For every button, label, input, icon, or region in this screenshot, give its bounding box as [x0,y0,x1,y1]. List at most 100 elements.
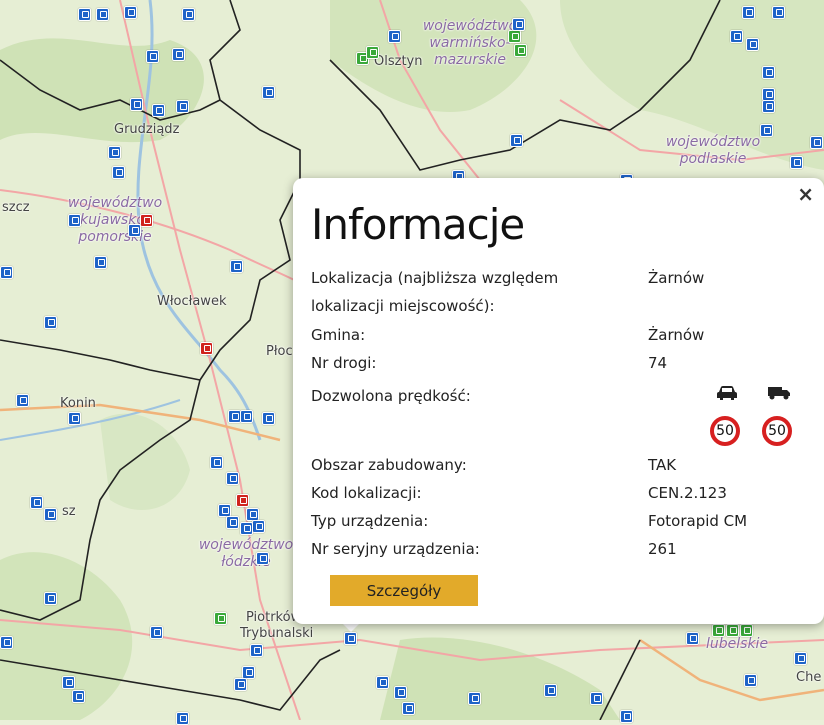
speed-camera-marker[interactable] [742,6,755,19]
info-value: Żarnów [648,326,705,344]
speed-camera-marker-green[interactable] [514,44,527,57]
info-label: Dozwolona prędkość: [311,387,471,405]
speed-camera-marker[interactable] [746,38,759,51]
speed-camera-marker[interactable] [78,8,91,21]
speed-camera-marker[interactable] [72,690,85,703]
speed-camera-marker[interactable] [176,712,189,725]
details-button[interactable]: Szczegóły [330,575,478,606]
speed-camera-marker[interactable] [376,676,389,689]
speed-camera-marker[interactable] [590,692,603,705]
speed-camera-marker-green[interactable] [740,624,753,637]
info-label: Obszar zabudowany: [311,456,467,474]
speed-camera-marker[interactable] [262,86,275,99]
speed-camera-marker[interactable] [512,18,525,31]
speed-camera-marker[interactable] [344,632,357,645]
info-popup: × Informacje Lokalizacja (najbliższa wzg… [293,178,824,624]
info-value: TAK [648,456,677,474]
info-label: Gmina: [311,326,366,344]
speed-camera-marker[interactable] [388,30,401,43]
info-label: Nr drogi: [311,354,377,372]
info-value: 261 [648,540,677,558]
speed-camera-marker[interactable] [762,66,775,79]
speed-camera-marker[interactable] [394,686,407,699]
city-label-che: Che [796,670,822,685]
speed-camera-marker[interactable] [226,516,239,529]
speed-camera-marker-red[interactable] [236,494,249,507]
speed-camera-marker[interactable] [150,626,163,639]
info-label: Typ urządzenia: [311,512,429,530]
info-value: Żarnów [648,269,705,287]
speed-camera-marker[interactable] [108,146,121,159]
speed-camera-marker[interactable] [152,104,165,117]
speed-camera-marker[interactable] [510,134,523,147]
city-label-ploc: Płoc [266,344,293,359]
info-label: Lokalizacja (najbliższa względem lokaliz… [311,269,559,315]
speed-camera-marker[interactable] [172,48,185,61]
speed-camera-marker[interactable] [210,456,223,469]
speed-camera-marker[interactable] [762,100,775,113]
city-label-konin: Konin [60,396,96,411]
speed-camera-marker-green[interactable] [712,624,725,637]
info-label: Nr seryjny urządzenia: [311,540,480,558]
speed-camera-marker[interactable] [146,50,159,63]
speed-camera-marker[interactable] [794,652,807,665]
speed-camera-marker[interactable] [68,214,81,227]
speed-camera-marker[interactable] [44,316,57,329]
city-label-szcz: szcz [2,200,30,215]
speed-camera-marker[interactable] [0,266,13,279]
speed-camera-marker[interactable] [44,592,57,605]
speed-camera-marker[interactable] [130,98,143,111]
speed-camera-marker[interactable] [176,100,189,113]
region-label-lubelskie: lubelskie [706,636,769,652]
popup-title: Informacje [311,200,525,249]
speed-camera-marker[interactable] [226,472,239,485]
info-value: Fotorapid CM [648,512,748,530]
info-value: CEN.2.123 [648,484,727,502]
region-label-podlaskie: województwo podlaskie [665,134,761,167]
speed-camera-marker-green[interactable] [214,612,227,625]
speed-camera-marker[interactable] [544,684,557,697]
close-icon[interactable]: × [797,184,814,204]
truck-icon [768,387,790,400]
speed-camera-marker[interactable] [730,30,743,43]
speed-camera-marker[interactable] [230,260,243,273]
speed-camera-marker-red[interactable] [200,342,213,355]
speed-camera-marker[interactable] [44,508,57,521]
speed-camera-marker[interactable] [686,632,699,645]
speed-camera-marker[interactable] [772,6,785,19]
speed-camera-marker[interactable] [744,674,757,687]
speed-camera-marker[interactable] [234,678,247,691]
speed-camera-marker[interactable] [128,224,141,237]
speed-camera-marker[interactable] [62,676,75,689]
speed-camera-marker[interactable] [250,644,263,657]
speed-camera-marker[interactable] [790,156,803,169]
speed-camera-marker[interactable] [124,6,137,19]
speed-camera-marker[interactable] [112,166,125,179]
speed-camera-marker[interactable] [810,136,823,149]
speed-camera-marker[interactable] [262,412,275,425]
speed-camera-marker[interactable] [16,394,29,407]
car-icon [717,386,737,400]
speed-camera-marker-green[interactable] [508,30,521,43]
speed-camera-marker[interactable] [240,522,253,535]
city-label-trybunalski: Trybunalski [240,626,314,641]
speed-camera-marker[interactable] [94,256,107,269]
speed-camera-marker[interactable] [468,692,481,705]
speed-camera-marker[interactable] [0,636,13,649]
speed-camera-marker[interactable] [96,8,109,21]
speed-camera-marker[interactable] [256,552,269,565]
info-value: 74 [648,354,668,372]
speed-camera-marker-green[interactable] [366,46,379,59]
speed-camera-marker[interactable] [68,412,81,425]
speed-camera-marker[interactable] [620,710,633,723]
speed-camera-marker[interactable] [252,520,265,533]
speed-camera-marker[interactable] [182,8,195,21]
speed-camera-marker-red[interactable] [140,214,153,227]
city-label-sz: sz [62,504,76,519]
speed-camera-marker[interactable] [760,124,773,137]
speed-limit-sign-truck: 50 [762,416,792,446]
speed-camera-marker[interactable] [30,496,43,509]
speed-camera-marker-green[interactable] [726,624,739,637]
speed-camera-marker[interactable] [402,702,415,715]
speed-camera-marker[interactable] [240,410,253,423]
